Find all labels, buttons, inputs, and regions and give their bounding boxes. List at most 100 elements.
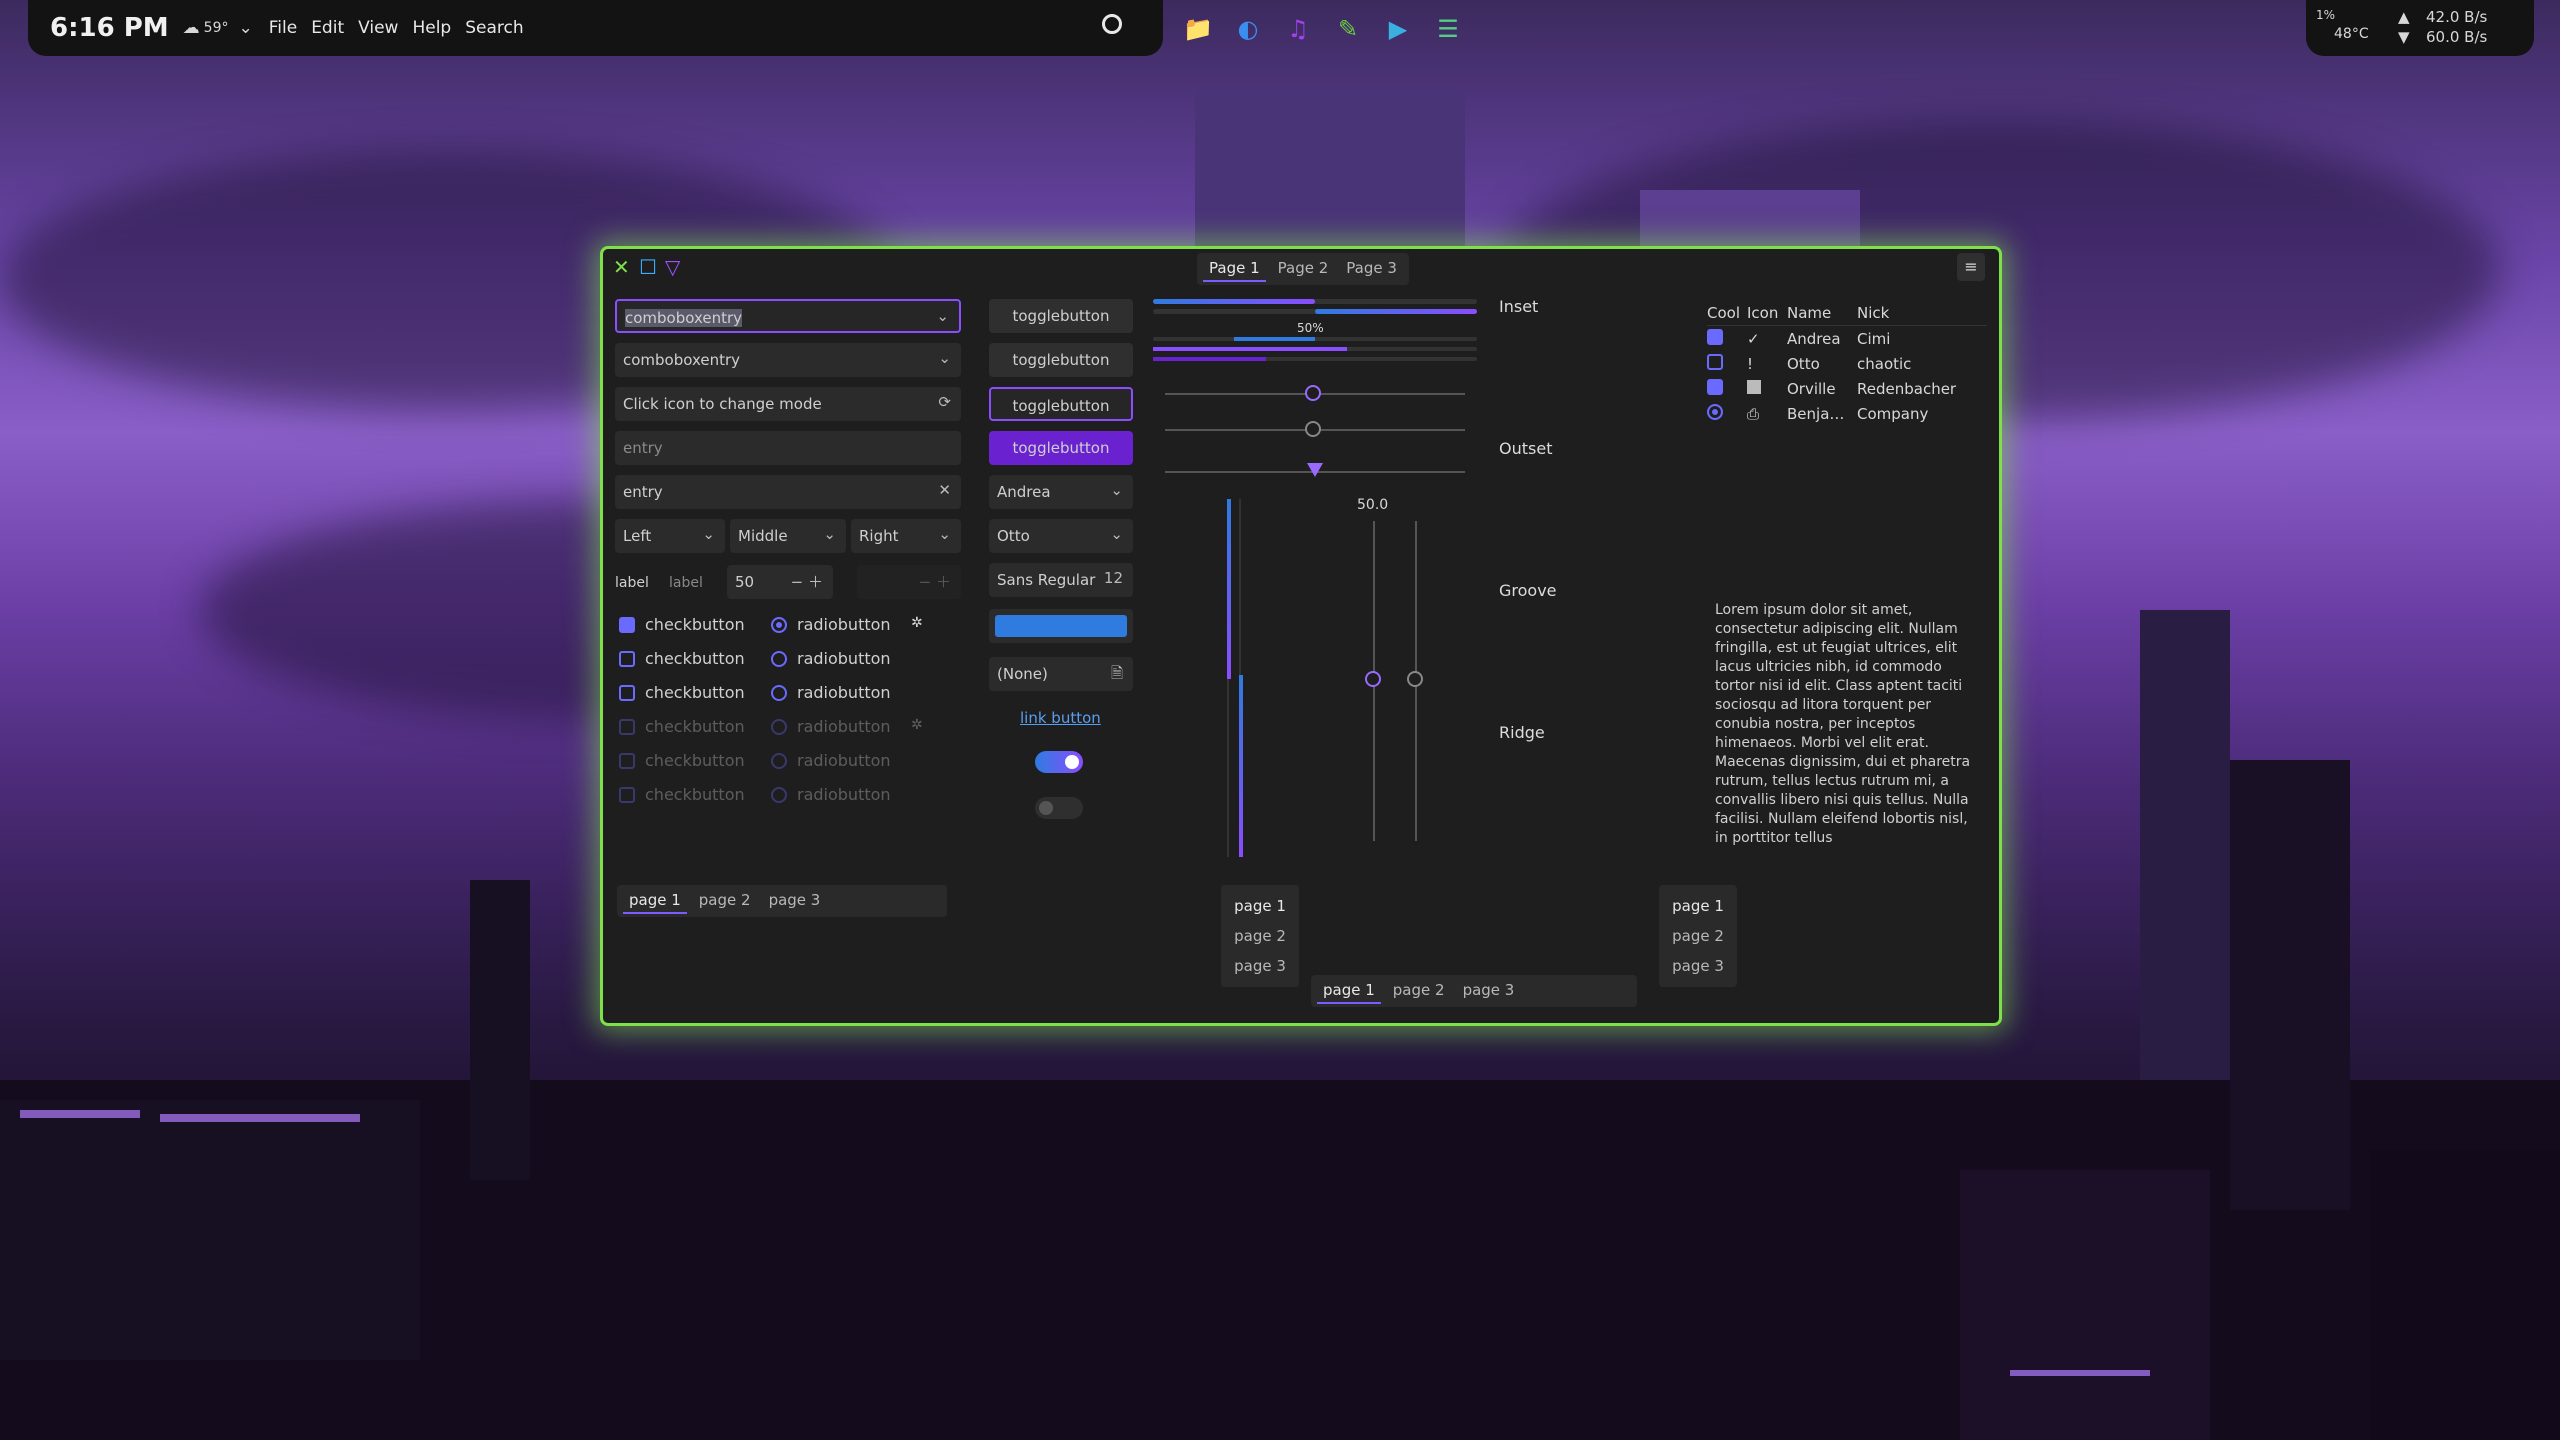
chevron-down-icon[interactable]: ⌄ bbox=[238, 18, 252, 38]
toggle-button-focused[interactable]: togglebutton bbox=[989, 387, 1133, 421]
tree-row[interactable]: ✓ Andrea Cimi bbox=[1707, 326, 1987, 351]
radiobutton-checked[interactable]: radiobutton bbox=[771, 615, 891, 634]
menu-help[interactable]: Help bbox=[412, 18, 451, 38]
combo-left[interactable]: Left ⌄ bbox=[615, 519, 725, 553]
combo-andrea[interactable]: Andrea ⌄ bbox=[989, 475, 1133, 509]
checkbox-icon[interactable] bbox=[1707, 353, 1723, 370]
font-button[interactable]: Sans Regular 12 bbox=[989, 563, 1133, 597]
combo-middle[interactable]: Middle ⌄ bbox=[730, 519, 846, 553]
menu-view[interactable]: View bbox=[358, 18, 398, 38]
plus-minus-icon[interactable]: − ＋ bbox=[791, 571, 823, 592]
checkbox-icon[interactable] bbox=[1707, 328, 1723, 345]
folder-icon[interactable]: 📁 bbox=[1180, 11, 1216, 47]
scale-knob[interactable] bbox=[1305, 421, 1321, 437]
combo-otto[interactable]: Otto ⌄ bbox=[989, 519, 1133, 553]
vscale-knob[interactable] bbox=[1407, 671, 1423, 687]
color-button[interactable] bbox=[989, 609, 1133, 643]
color-swatch bbox=[995, 615, 1127, 637]
tower bbox=[1640, 190, 1860, 250]
checkbutton-checked[interactable]: checkbutton bbox=[619, 615, 745, 634]
switch-on[interactable] bbox=[1035, 751, 1083, 773]
col-nick[interactable]: Nick bbox=[1857, 304, 1977, 322]
tab-page-3[interactable]: page 3 bbox=[1221, 951, 1299, 981]
checkbox-icon[interactable] bbox=[1707, 378, 1723, 395]
chevron-down-icon[interactable]: ⌄ bbox=[936, 307, 949, 325]
tab-page-2[interactable]: page 2 bbox=[1221, 921, 1299, 951]
tab-page-2[interactable]: page 2 bbox=[1387, 978, 1451, 1004]
combo-right[interactable]: Right ⌄ bbox=[851, 519, 961, 553]
circle-icon[interactable] bbox=[1102, 14, 1122, 34]
tab-page-1[interactable]: page 1 bbox=[1659, 891, 1737, 921]
combobox-entry[interactable]: comboboxentry ⌄ bbox=[615, 343, 961, 377]
tab-page-1[interactable]: Page 1 bbox=[1203, 256, 1266, 282]
minimize-icon[interactable]: ▽ bbox=[665, 255, 680, 279]
mode-entry[interactable]: Click icon to change mode ⟳ bbox=[615, 387, 961, 421]
progress-bar bbox=[1153, 299, 1477, 304]
tab-page-2[interactable]: Page 2 bbox=[1272, 256, 1335, 282]
entry-field[interactable]: entry bbox=[615, 431, 961, 465]
checkbutton[interactable]: checkbutton bbox=[619, 649, 745, 668]
notes-icon[interactable]: ☰ bbox=[1430, 11, 1466, 47]
tab-page-2[interactable]: page 2 bbox=[693, 888, 757, 914]
col-cool[interactable]: Cool bbox=[1707, 304, 1747, 322]
col-name[interactable]: Name bbox=[1787, 304, 1857, 322]
tree-view: Cool Icon Name Nick ✓ Andrea Cimi ! Otto… bbox=[1707, 301, 1987, 426]
toggle-button[interactable]: togglebutton bbox=[989, 299, 1133, 333]
entry-field-clear[interactable]: entry ✕ bbox=[615, 475, 961, 509]
checkbutton-label: checkbutton bbox=[645, 683, 745, 702]
tree-row[interactable]: Orville Redenbacher bbox=[1707, 376, 1987, 401]
menu-file[interactable]: File bbox=[269, 18, 297, 38]
radiobutton-inconsistent[interactable]: radiobutton bbox=[771, 683, 891, 702]
checkbox-icon bbox=[619, 616, 635, 633]
clock[interactable]: 6:16 PM bbox=[50, 13, 169, 43]
video-icon[interactable]: ▶ bbox=[1380, 11, 1416, 47]
tab-page-2[interactable]: page 2 bbox=[1659, 921, 1737, 951]
checkbutton-label: checkbutton bbox=[645, 751, 745, 770]
menu-search[interactable]: Search bbox=[465, 18, 523, 38]
spin-button[interactable]: 50 − ＋ bbox=[727, 565, 833, 599]
combobox-entry-focused[interactable]: comboboxentry ⌄ bbox=[615, 299, 961, 333]
chevron-down-icon[interactable]: ⌄ bbox=[938, 349, 951, 367]
link-button[interactable]: link button bbox=[1020, 709, 1101, 727]
tab-page-3[interactable]: page 3 bbox=[1457, 978, 1521, 1004]
toggle-button[interactable]: togglebutton bbox=[989, 343, 1133, 377]
font-button-label: Sans Regular bbox=[997, 571, 1096, 589]
tab-page-3[interactable]: page 3 bbox=[763, 888, 827, 914]
building bbox=[2370, 1150, 2560, 1440]
browser-icon[interactable]: ◐ bbox=[1230, 11, 1266, 47]
tree-row[interactable]: ! Otto chaotic bbox=[1707, 351, 1987, 376]
row-nick: Redenbacher bbox=[1857, 379, 1957, 398]
building bbox=[1960, 1170, 2210, 1440]
file-chooser-button[interactable]: (None) 🗎 bbox=[989, 657, 1133, 691]
weather-icon: ☁ bbox=[182, 18, 200, 38]
scale-marker-icon[interactable] bbox=[1307, 463, 1323, 477]
weather-temp[interactable]: 59° bbox=[204, 20, 229, 36]
switch-off[interactable] bbox=[1035, 797, 1083, 819]
clear-icon[interactable]: ✕ bbox=[938, 481, 951, 499]
editor-icon[interactable]: ✎ bbox=[1330, 11, 1366, 47]
radiobutton[interactable]: radiobutton bbox=[771, 649, 891, 668]
radiobutton-disabled: radiobutton bbox=[771, 717, 891, 736]
maximize-icon[interactable]: ☐ bbox=[639, 255, 657, 279]
refresh-icon[interactable]: ⟳ bbox=[938, 393, 951, 411]
tab-page-3[interactable]: page 3 bbox=[1659, 951, 1737, 981]
checkbutton-inconsistent[interactable]: checkbutton bbox=[619, 683, 745, 702]
checkbutton-disabled: checkbutton bbox=[619, 785, 745, 804]
checkbutton-disabled: checkbutton bbox=[619, 717, 745, 736]
toggle-button-active[interactable]: togglebutton bbox=[989, 431, 1133, 465]
scale-knob[interactable] bbox=[1305, 385, 1321, 401]
close-icon[interactable]: ✕ bbox=[613, 255, 630, 279]
col-icon[interactable]: Icon bbox=[1747, 304, 1787, 322]
tree-row[interactable]: ⎙ Benja… Company bbox=[1707, 401, 1987, 426]
tab-page-3[interactable]: Page 3 bbox=[1340, 256, 1403, 282]
tab-page-1[interactable]: page 1 bbox=[623, 888, 687, 914]
menu-edit[interactable]: Edit bbox=[311, 18, 344, 38]
music-icon[interactable]: ♫ bbox=[1280, 11, 1316, 47]
vscale-knob[interactable] bbox=[1365, 671, 1381, 687]
radio-icon[interactable] bbox=[1707, 403, 1723, 420]
tab-page-1[interactable]: page 1 bbox=[1317, 978, 1381, 1004]
text-view[interactable]: Lorem ipsum dolor sit amet, consectetur … bbox=[1715, 601, 1977, 859]
menu-icon[interactable]: ≡ bbox=[1957, 253, 1985, 281]
tab-page-1[interactable]: page 1 bbox=[1221, 891, 1299, 921]
progress-fill bbox=[1153, 357, 1267, 361]
